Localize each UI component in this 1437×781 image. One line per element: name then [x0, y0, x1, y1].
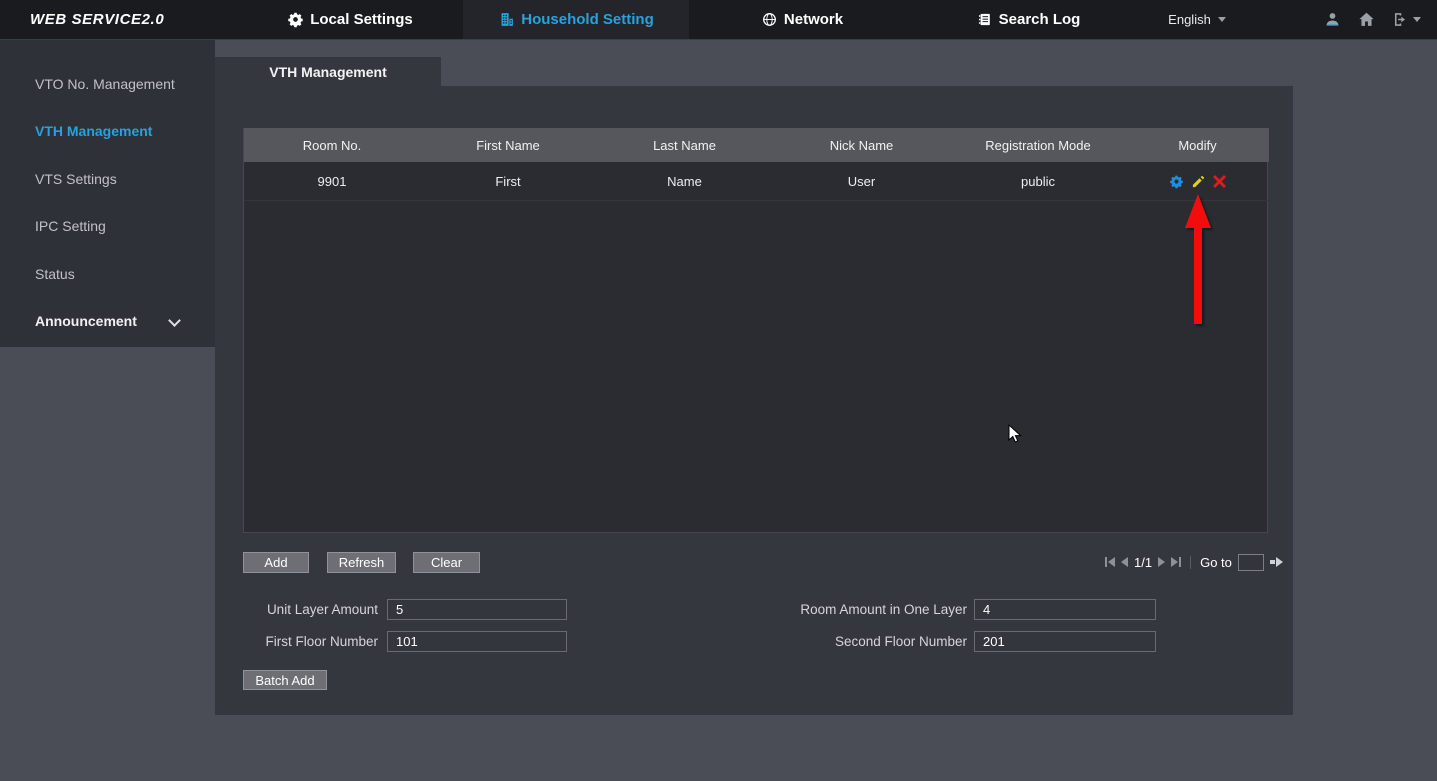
vth-table: Room No. First Name Last Name Nick Name …: [243, 128, 1268, 533]
nav-network[interactable]: Network: [689, 0, 915, 39]
building-icon: [498, 11, 515, 28]
cell-last-name: Name: [596, 162, 773, 201]
batch-add-button[interactable]: Batch Add: [243, 670, 327, 690]
add-button[interactable]: Add: [243, 552, 309, 573]
user-button[interactable]: [1323, 10, 1342, 29]
go-arrow-icon: [1276, 557, 1283, 567]
log-icon: [976, 11, 993, 28]
cell-nick-name: User: [773, 162, 950, 201]
second-floor-number-input[interactable]: [974, 631, 1156, 652]
user-icon: [1323, 10, 1342, 29]
refresh-button[interactable]: Refresh: [327, 552, 396, 573]
nav-household-setting[interactable]: Household Setting: [463, 0, 689, 39]
room-amount-in-one-layer-label: Room Amount in One Layer: [645, 599, 967, 620]
language-selector[interactable]: English: [1141, 0, 1253, 39]
go-to-label: Go to: [1200, 555, 1232, 570]
sidebar-item-vth-management[interactable]: VTH Management: [0, 108, 215, 156]
cell-first-name: First: [420, 162, 596, 201]
column-first-name: First Name: [420, 128, 596, 162]
top-navbar: WEB SERVICE2.0 Local Settings Household …: [0, 0, 1437, 40]
sidebar-item-label: Status: [35, 266, 75, 282]
page-indicator: 1/1: [1134, 555, 1152, 570]
next-page-button[interactable]: [1158, 557, 1165, 567]
sidebar-item-label: Announcement: [35, 313, 137, 329]
first-floor-number-input[interactable]: [387, 631, 567, 652]
pagination: 1/1 Go to: [1105, 551, 1283, 573]
next-page-icon: [1158, 557, 1165, 567]
column-modify: Modify: [1126, 128, 1269, 162]
column-last-name: Last Name: [596, 128, 773, 162]
sidebar: VTO No. Management VTH Management VTS Se…: [0, 40, 215, 347]
chevron-down-icon: [1218, 17, 1226, 22]
red-up-arrow-annotation: [1183, 194, 1213, 324]
sidebar-item-vts-settings[interactable]: VTS Settings: [0, 155, 215, 203]
cell-room-no: 9901: [244, 162, 420, 201]
nav-label: Household Setting: [521, 11, 654, 28]
first-page-icon: [1108, 557, 1115, 567]
content-panel: Room No. First Name Last Name Nick Name …: [215, 86, 1293, 715]
chevron-down-icon: [168, 314, 181, 327]
nav-label: Local Settings: [310, 11, 413, 28]
sidebar-item-announcement[interactable]: Announcement: [0, 298, 215, 346]
prev-page-icon: [1121, 557, 1128, 567]
go-to-input[interactable]: [1238, 554, 1264, 571]
clear-button[interactable]: Clear: [413, 552, 480, 573]
unit-layer-amount-input[interactable]: [387, 599, 567, 620]
sidebar-item-label: VTS Settings: [35, 171, 117, 187]
nav-local-settings[interactable]: Local Settings: [237, 0, 463, 39]
sidebar-item-label: IPC Setting: [35, 218, 106, 234]
nav-label: Search Log: [999, 11, 1081, 28]
pagination-divider: [1190, 556, 1191, 569]
nav-search-log[interactable]: Search Log: [915, 0, 1141, 39]
mouse-cursor: [1008, 424, 1022, 444]
unit-layer-amount-label: Unit Layer Amount: [245, 599, 378, 620]
gear-icon: [287, 11, 304, 28]
sidebar-item-vto-no-management[interactable]: VTO No. Management: [0, 60, 215, 108]
nav-label: Network: [784, 11, 843, 28]
tab-vth-management[interactable]: VTH Management: [215, 57, 441, 86]
column-room-no: Room No.: [244, 128, 420, 162]
edit-pencil-icon[interactable]: [1191, 174, 1206, 189]
sidebar-item-ipc-setting[interactable]: IPC Setting: [0, 203, 215, 251]
cell-registration-mode: public: [950, 162, 1126, 201]
column-registration-mode: Registration Mode: [950, 128, 1126, 162]
globe-icon: [761, 11, 778, 28]
column-nick-name: Nick Name: [773, 128, 950, 162]
home-button[interactable]: [1357, 10, 1376, 29]
sidebar-item-status[interactable]: Status: [0, 250, 215, 298]
app-logo: WEB SERVICE2.0: [0, 0, 237, 39]
table-row: 9901 First Name User public: [244, 162, 1269, 201]
delete-x-icon[interactable]: [1213, 175, 1226, 188]
chevron-down-icon: [1413, 17, 1421, 22]
go-to-button[interactable]: [1270, 557, 1283, 567]
prev-page-button[interactable]: [1121, 557, 1128, 567]
config-gear-icon[interactable]: [1169, 174, 1184, 189]
first-floor-number-label: First Floor Number: [245, 631, 378, 652]
table-header-row: Room No. First Name Last Name Nick Name …: [244, 128, 1269, 162]
last-page-icon: [1171, 557, 1178, 567]
logout-icon: [1391, 10, 1410, 29]
last-page-button[interactable]: [1171, 557, 1181, 567]
second-floor-number-label: Second Floor Number: [645, 631, 967, 652]
language-label: English: [1168, 12, 1211, 27]
home-icon: [1357, 10, 1376, 29]
navbar-icon-group: [1323, 0, 1437, 39]
sidebar-item-label: VTH Management: [35, 123, 152, 139]
logout-button[interactable]: [1391, 10, 1421, 29]
sidebar-item-label: VTO No. Management: [35, 76, 175, 92]
first-page-button[interactable]: [1105, 557, 1115, 567]
room-amount-in-one-layer-input[interactable]: [974, 599, 1156, 620]
